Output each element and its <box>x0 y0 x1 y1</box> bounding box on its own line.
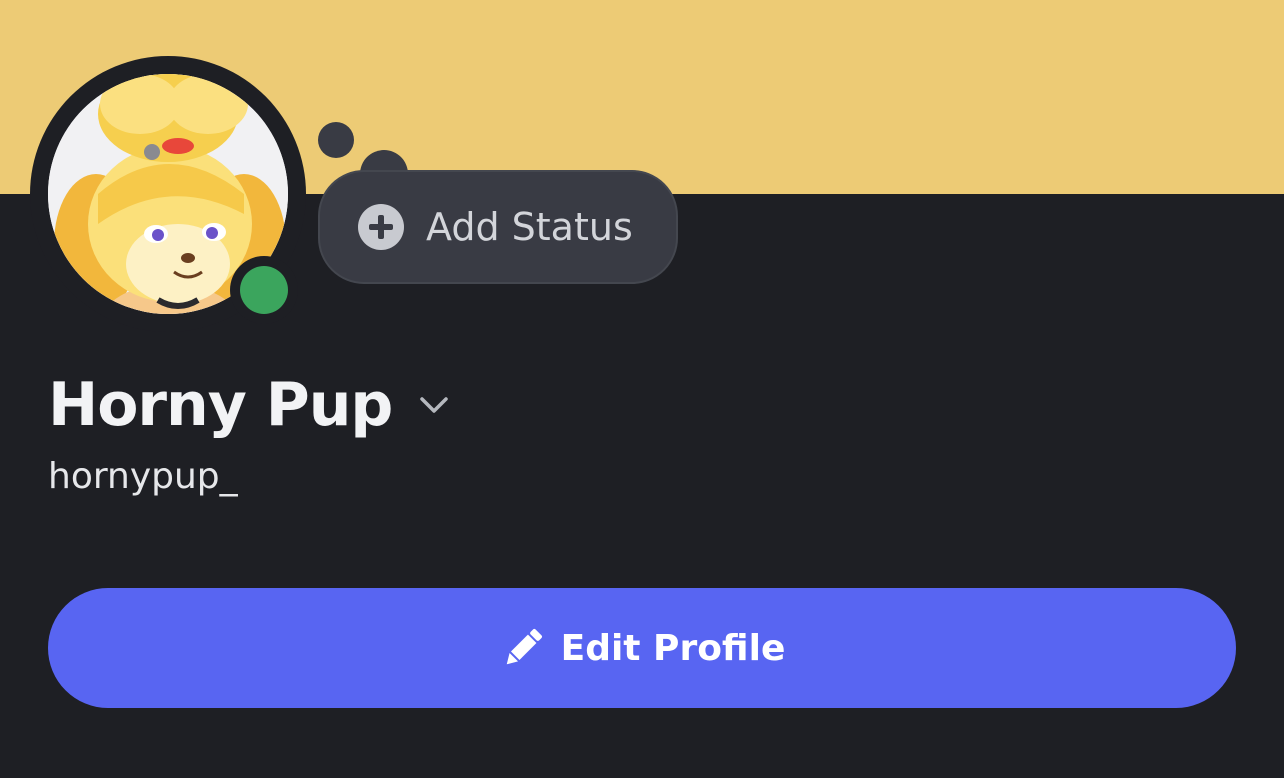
edit-profile-label: Edit Profile <box>560 627 786 669</box>
plus-circle-icon <box>358 204 404 250</box>
add-status-button[interactable]: Add Status <box>318 170 678 284</box>
display-name-row[interactable]: Horny Pup <box>48 362 452 448</box>
display-name: Horny Pup <box>48 370 393 440</box>
edit-profile-button[interactable]: Edit Profile <box>48 588 1236 708</box>
status-indicator-ring <box>230 256 298 324</box>
username: hornypup_ <box>48 456 238 497</box>
online-status-icon <box>240 266 288 314</box>
chevron-down-icon[interactable] <box>416 393 452 417</box>
pencil-icon <box>506 629 542 665</box>
add-status-label: Add Status <box>426 205 633 249</box>
thought-bubble-dot-small <box>318 122 354 158</box>
